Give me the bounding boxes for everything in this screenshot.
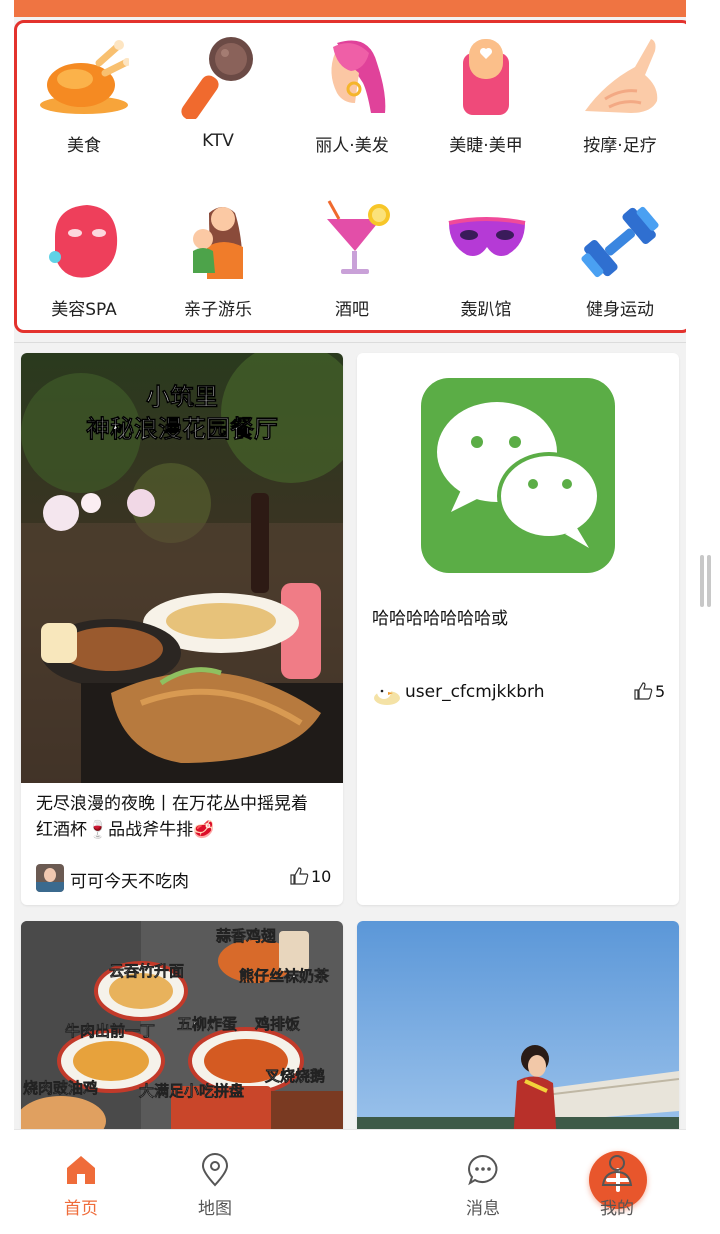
tab-publish[interactable] <box>282 1130 647 1234</box>
tab-label: 我的 <box>600 1199 634 1219</box>
avatar[interactable] <box>372 682 402 706</box>
category-party-hall[interactable]: 轰趴馆 <box>419 189 553 339</box>
author-name[interactable]: user_cfcmjkkbrh <box>405 682 545 702</box>
category-grid: 美食 KTV 丽人·美发 美睫·美甲 按摩·足疗 美容SPA 亲子游乐 酒吧 轰… <box>14 20 686 333</box>
avatar[interactable] <box>36 864 64 892</box>
category-label: 美食 <box>67 136 101 156</box>
post-image: 蒜香鸡翅 云吞竹升面 熊仔丝袜奶茶 牛肉出前一丁 五柳炸蛋 鸡排饭 烧肉豉油鸡 … <box>21 921 343 1141</box>
tab-label: 首页 <box>64 1199 98 1219</box>
resize-handle[interactable] <box>700 555 712 607</box>
home-icon <box>67 1156 95 1184</box>
post-title-line1: 无尽浪漫的夜晚丨在万花丛中摇晃着 <box>36 794 308 814</box>
category-label: 美睫·美甲 <box>449 136 523 156</box>
author-name[interactable]: 可可今天不吃肉 <box>70 867 189 892</box>
image-label: 熊仔丝袜奶茶 <box>239 967 330 985</box>
tab-label: 地图 <box>198 1199 232 1219</box>
category-food[interactable]: 美食 <box>17 25 151 175</box>
thumbs-up-icon <box>634 682 653 700</box>
category-label: 亲子游乐 <box>184 300 252 320</box>
tab-label: 消息 <box>466 1199 500 1219</box>
face-mask-icon <box>49 205 118 278</box>
image-label: 叉烧烧鹅 <box>264 1067 325 1085</box>
image-label: 大满足小吃拼盘 <box>139 1082 244 1100</box>
duck-avatar-icon <box>374 685 400 705</box>
bottom-tab-bar: 首页 地图 消息 我的 <box>14 1129 686 1234</box>
category-spa[interactable]: 美容SPA <box>17 189 151 339</box>
top-banner <box>14 0 686 17</box>
tab-messages[interactable]: 消息 <box>416 1130 550 1234</box>
category-bar[interactable]: 酒吧 <box>285 189 419 339</box>
tab-profile[interactable]: 我的 <box>550 1130 684 1234</box>
category-fitness[interactable]: 健身运动 <box>553 189 686 339</box>
category-ktv[interactable]: KTV <box>151 25 285 175</box>
category-label: 按摩·足疗 <box>583 136 657 156</box>
category-beauty-hair[interactable]: 丽人·美发 <box>285 25 419 175</box>
user-icon <box>601 1155 633 1186</box>
thumbs-up-icon <box>290 867 309 885</box>
image-label: 五柳炸蛋 <box>177 1015 237 1033</box>
category-label: 轰趴馆 <box>460 300 512 320</box>
post-image: 小筑里 神秘浪漫花园餐厅 <box>21 353 343 783</box>
post-title-line2: 红酒杯🍷品战斧牛排🥩 <box>36 820 215 840</box>
category-label: KTV <box>202 131 234 151</box>
feed-card[interactable] <box>357 921 679 1141</box>
page: 美食 KTV 丽人·美发 美睫·美甲 按摩·足疗 美容SPA 亲子游乐 酒吧 轰… <box>14 0 686 1234</box>
woman-hair-icon <box>331 40 386 113</box>
image-caption-line2: 神秘浪漫花园餐厅 <box>86 415 278 443</box>
cocktail-icon <box>327 200 390 274</box>
category-label: 丽人·美发 <box>315 136 389 156</box>
wechat-icon <box>421 378 615 573</box>
mother-child-icon <box>193 207 243 279</box>
party-mask-icon <box>448 217 526 256</box>
like-count: 10 <box>311 866 332 886</box>
divider <box>14 342 686 343</box>
category-label: 酒吧 <box>335 300 369 320</box>
category-massage[interactable]: 按摩·足疗 <box>553 25 686 175</box>
feed-card[interactable]: 哈哈哈哈哈哈哈或 user_cfcmjkkbrh 5 <box>357 353 679 905</box>
image-label: 蒜香鸡翅 <box>216 927 276 945</box>
like-count: 5 <box>655 681 666 701</box>
message-icon <box>468 1154 498 1186</box>
image-label: 牛肉出前一丁 <box>65 1022 155 1040</box>
massage-hand-icon <box>585 39 658 113</box>
image-label: 烧肉豉油鸡 <box>23 1079 98 1097</box>
post-image <box>357 921 679 1141</box>
like-button[interactable]: 5 <box>633 681 665 701</box>
category-label: 美容SPA <box>51 300 117 320</box>
post-title: 哈哈哈哈哈哈哈或 <box>372 609 508 629</box>
category-lash-nail[interactable]: 美睫·美甲 <box>419 25 553 175</box>
map-pin-icon <box>201 1153 229 1187</box>
microphone-icon <box>181 37 253 119</box>
feed-card[interactable]: 小筑里 神秘浪漫花园餐厅 无尽浪漫的夜晚丨在万花丛中摇晃着 红酒杯🍷品战斧牛排🥩… <box>21 353 343 905</box>
roast-chicken-icon <box>40 40 129 114</box>
tab-map[interactable]: 地图 <box>148 1130 282 1234</box>
image-label: 云吞竹升面 <box>109 962 184 980</box>
post-title: 无尽浪漫的夜晚丨在万花丛中摇晃着 红酒杯🍷品战斧牛排🥩 <box>36 791 332 843</box>
image-caption-line1: 小筑里 <box>146 383 218 411</box>
tab-home[interactable]: 首页 <box>14 1130 148 1234</box>
category-family-fun[interactable]: 亲子游乐 <box>151 189 285 339</box>
category-label: 健身运动 <box>586 300 654 320</box>
feed-card[interactable]: 蒜香鸡翅 云吞竹升面 熊仔丝袜奶茶 牛肉出前一丁 五柳炸蛋 鸡排饭 烧肉豉油鸡 … <box>21 921 343 1141</box>
nail-icon <box>463 39 509 115</box>
dumbbell-icon <box>581 206 659 278</box>
image-label: 鸡排饭 <box>254 1015 300 1033</box>
like-button[interactable]: 10 <box>289 866 331 886</box>
